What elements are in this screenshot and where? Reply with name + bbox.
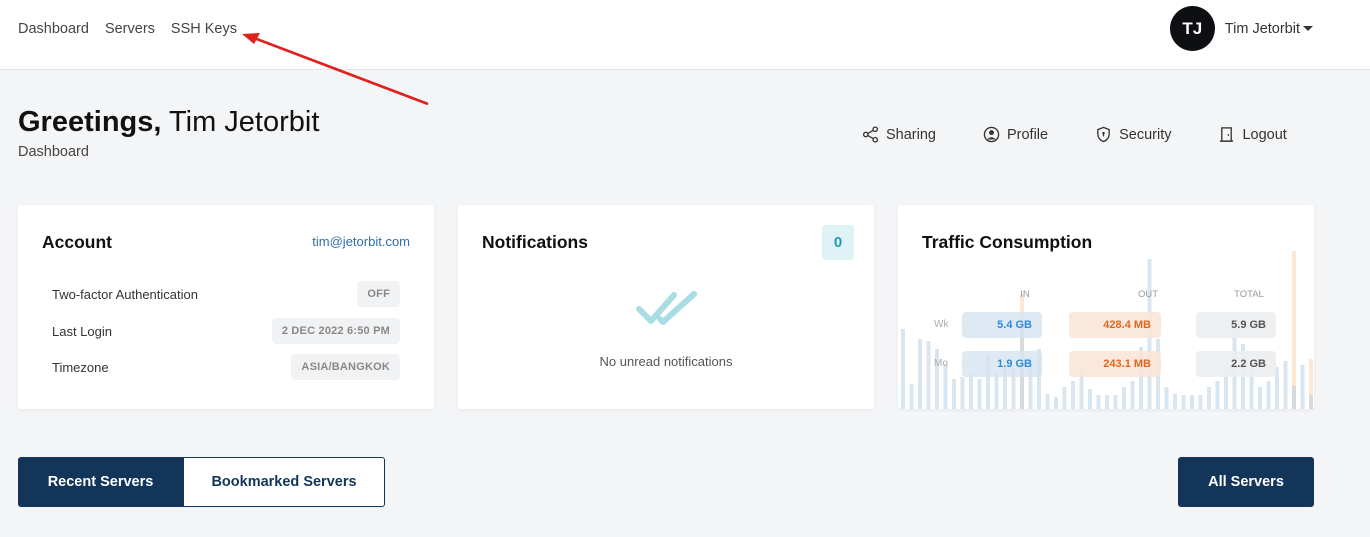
main-nav: Dashboard Servers SSH Keys bbox=[18, 21, 237, 37]
traffic-title: Traffic Consumption bbox=[922, 232, 1093, 252]
nav-dashboard[interactable]: Dashboard bbox=[18, 21, 89, 37]
traffic-bar-in bbox=[1130, 381, 1135, 409]
traffic-bar-in bbox=[1215, 381, 1220, 409]
traffic-bar-in bbox=[1207, 387, 1211, 409]
account-actions: Sharing Profile Security Logout bbox=[862, 126, 1334, 143]
notification-count-badge: 0 bbox=[822, 225, 854, 260]
account-row-last-login: Last Login 2 DEC 2022 6:50 PM bbox=[52, 318, 400, 344]
traffic-month-in: 1.9 GB bbox=[962, 351, 1042, 377]
notifications-title: Notifications bbox=[482, 232, 588, 252]
traffic-bar-in bbox=[1292, 386, 1296, 409]
status-badge: OFF bbox=[357, 281, 400, 307]
traffic-bar-in bbox=[1054, 397, 1058, 409]
notifications-card: Notifications 0 No unread notifications bbox=[458, 205, 874, 409]
shield-icon bbox=[1097, 126, 1110, 143]
traffic-bar-in bbox=[1122, 387, 1126, 409]
tab-bookmarked-servers[interactable]: Bookmarked Servers bbox=[183, 457, 385, 507]
traffic-bar-in bbox=[1045, 394, 1050, 409]
user-menu[interactable]: TJ Tim Jetorbit bbox=[1169, 6, 1313, 51]
empty-notifications-text: No unread notifications bbox=[599, 354, 733, 369]
traffic-bar-in bbox=[1088, 389, 1092, 409]
traffic-bar-in bbox=[952, 379, 956, 409]
traffic-bar-in bbox=[1096, 395, 1101, 409]
avatar: TJ bbox=[1169, 6, 1215, 51]
traffic-bar-in bbox=[1258, 387, 1262, 409]
traffic-header-in: IN bbox=[1020, 289, 1030, 300]
account-row-timezone: Timezone ASIA/BANGKOK bbox=[52, 354, 400, 380]
traffic-bar-in bbox=[994, 374, 999, 409]
traffic-bar-in bbox=[918, 339, 922, 409]
share-icon bbox=[862, 126, 879, 143]
traffic-card: Traffic Consumption IN OUT TOTAL Wk 5.4 … bbox=[898, 205, 1314, 409]
traffic-bar-in bbox=[1300, 365, 1305, 409]
security-button[interactable]: Security bbox=[1095, 126, 1171, 143]
account-email-link[interactable]: tim@jetorbit.com bbox=[312, 234, 410, 249]
traffic-bar-out bbox=[1292, 251, 1296, 409]
traffic-bar-in bbox=[977, 379, 982, 409]
traffic-bar-in bbox=[1105, 395, 1109, 409]
traffic-bar-in bbox=[1164, 387, 1169, 409]
double-check-icon bbox=[636, 291, 697, 325]
caret-down-icon bbox=[1303, 26, 1313, 32]
traffic-header-out: OUT bbox=[1137, 289, 1159, 300]
traffic-bar-in bbox=[1181, 395, 1186, 409]
top-navbar: Dashboard Servers SSH Keys TJ Tim Jetorb… bbox=[0, 0, 1370, 70]
profile-button[interactable]: Profile bbox=[983, 126, 1048, 143]
page-title: Greetings, Tim Jetorbit bbox=[18, 106, 320, 138]
server-tabs: Recent Servers Bookmarked Servers bbox=[18, 457, 385, 507]
traffic-week-in: 5.4 GB bbox=[962, 312, 1042, 338]
page-subtitle: Dashboard bbox=[18, 144, 89, 160]
traffic-row-label: Wk bbox=[934, 319, 949, 330]
account-row-2fa: Two-factor Authentication OFF bbox=[52, 281, 400, 307]
traffic-bar-in bbox=[909, 384, 914, 409]
account-title: Account bbox=[42, 232, 112, 252]
traffic-bar-in bbox=[969, 374, 973, 409]
traffic-bar-in bbox=[1173, 394, 1177, 409]
traffic-bar-in bbox=[1266, 381, 1271, 409]
all-servers-button[interactable]: All Servers bbox=[1178, 457, 1314, 507]
nav-ssh-keys[interactable]: SSH Keys bbox=[171, 21, 237, 37]
user-circle-icon bbox=[983, 126, 1000, 143]
traffic-bar-in bbox=[1283, 361, 1288, 409]
traffic-month-out: 243.1 MB bbox=[1069, 351, 1161, 377]
last-login-value: 2 DEC 2022 6:50 PM bbox=[271, 318, 400, 344]
annotation-arrow-icon bbox=[242, 33, 429, 106]
traffic-week-total: 5.9 GB bbox=[1196, 312, 1276, 338]
traffic-week-out: 428.4 MB bbox=[1069, 312, 1161, 338]
traffic-bar-in bbox=[1190, 395, 1194, 409]
traffic-bar-in bbox=[926, 341, 931, 409]
traffic-header-total: TOTAL bbox=[1234, 289, 1264, 300]
timezone-value: ASIA/BANGKOK bbox=[291, 354, 400, 380]
traffic-bar-in bbox=[1071, 381, 1075, 409]
nav-servers[interactable]: Servers bbox=[105, 21, 155, 37]
traffic-bar-in bbox=[901, 329, 905, 409]
tab-recent-servers[interactable]: Recent Servers bbox=[18, 457, 183, 507]
traffic-bar-in bbox=[1113, 395, 1118, 409]
traffic-bar-in bbox=[960, 377, 965, 409]
traffic-bar-in bbox=[1062, 387, 1067, 409]
traffic-bar-in bbox=[1309, 395, 1313, 409]
traffic-bar-in bbox=[943, 364, 948, 409]
logout-button[interactable]: Logout bbox=[1218, 126, 1287, 143]
door-icon bbox=[1220, 127, 1234, 142]
sharing-button[interactable]: Sharing bbox=[862, 126, 936, 143]
traffic-bar-in bbox=[1198, 395, 1203, 409]
traffic-month-total: 2.2 GB bbox=[1196, 351, 1276, 377]
user-name: Tim Jetorbit bbox=[1225, 21, 1313, 37]
traffic-row-label: Mo bbox=[934, 358, 948, 369]
account-card: Account tim@jetorbit.com Two-factor Auth… bbox=[18, 205, 434, 409]
